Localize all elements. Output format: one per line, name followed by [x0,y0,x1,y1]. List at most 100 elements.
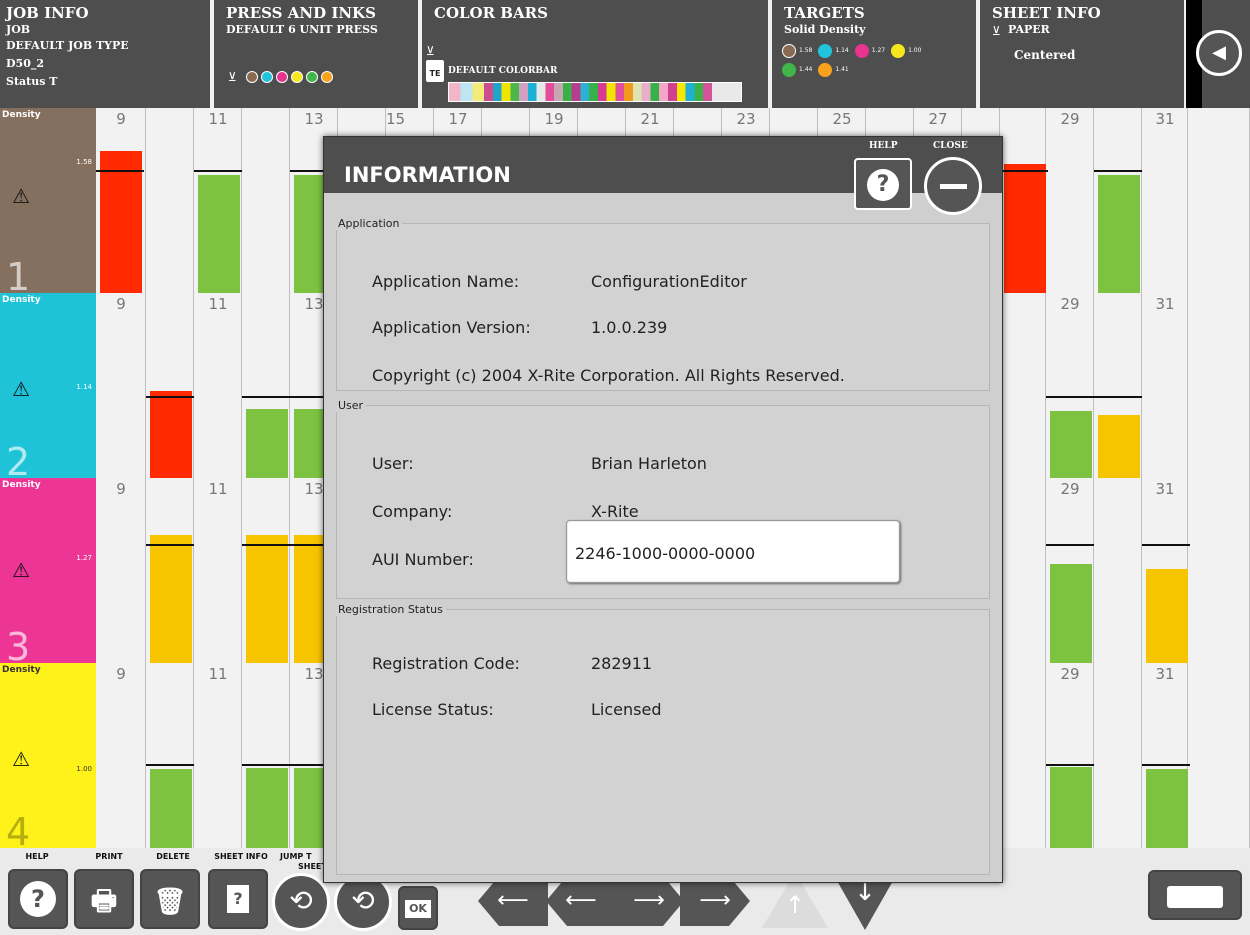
job-illuminant: D50_2 [6,57,45,70]
ink-zone[interactable] [1094,478,1142,663]
ink-zone[interactable] [96,293,146,478]
target-line [242,764,290,766]
press-inks-panel[interactable]: PRESS AND INKS DEFAULT 6 UNIT PRESS ⊻ [214,0,418,108]
zone-number: 31 [1155,480,1175,498]
help-button[interactable]: ? [8,869,68,929]
zone-number: 29 [1060,665,1080,683]
dialog-help-button[interactable]: ? [854,158,912,210]
shift-left-button[interactable]: ⟵ [478,876,548,926]
zone-number: 31 [1155,665,1175,683]
zone-number: 13 [304,110,324,128]
target-line [146,544,194,546]
target-density: 1.00 [76,765,92,773]
ink-density-bar [150,391,192,478]
registration-code-value: 282911 [591,654,653,673]
print-label: PRINT [95,852,123,861]
press-view-button[interactable] [1148,870,1242,920]
ink-zone[interactable] [1000,663,1046,848]
print-button[interactable]: 🖶 [74,869,134,929]
ink-zone[interactable] [96,663,146,848]
targets-panel[interactable]: TARGETS Solid Density 1.58 1.14 1.27 1.00 1… [772,0,976,108]
collapse-arrow-icon[interactable]: ◀ [1196,30,1242,76]
job-label: JOB [6,23,31,36]
registration-code-label: Registration Code: [372,654,520,673]
jump-back-button[interactable]: ⟲ [272,873,330,931]
user-value: Brian Harleton [591,454,707,473]
color-bars-title: COLOR BARS [434,4,548,22]
application-version-label: Application Version: [372,318,531,337]
warning-icon: ⚠ [12,377,30,401]
ink-zone[interactable] [1094,663,1142,848]
application-name-value: ConfigurationEditor [591,272,747,291]
company-label: Company: [372,502,453,521]
shift-right-alt-button[interactable]: ⟶ [680,876,750,926]
ink-dot-2 [260,70,273,83]
ink-zone[interactable] [1188,663,1250,848]
ink-zone[interactable] [1000,478,1046,663]
target-value-4: 1.00 [908,47,922,54]
dialog-close-button[interactable] [924,157,982,215]
color-bars-panel[interactable]: COLOR BARS ⊻ TE DEFAULT COLORBAR [422,0,768,108]
ink-zone[interactable] [242,108,290,293]
zone-number: 17 [448,110,468,128]
sheet-info-title: SHEET INFO [992,4,1101,22]
zone-number: 31 [1155,110,1175,128]
user-legend: User [338,399,364,412]
ink-zone[interactable] [194,663,242,848]
rotate-left-icon: ⟲ [289,884,313,917]
ink-zone[interactable] [96,478,146,663]
header-collapse-panel[interactable]: ◀ [1196,0,1250,108]
ink-zone[interactable] [1188,293,1250,478]
target-line [1046,544,1094,546]
target-value-1: 1.58 [799,47,813,54]
ink-zone[interactable] [1188,108,1250,293]
sheet-info-panel[interactable]: SHEET INFO ⊻ PAPER Centered [980,0,1184,108]
ok-button[interactable]: OK [398,886,438,930]
help-label: HELP [25,852,49,861]
ink-zone[interactable] [194,478,242,663]
ink-density-bar [1050,767,1092,848]
delete-button[interactable]: 🗑 [140,869,200,929]
information-dialog: INFORMATION HELP CLOSE ? Application App… [323,136,1003,883]
document-question-icon: ? [227,885,249,913]
ink-zone[interactable] [1046,108,1094,293]
minus-icon [940,184,967,189]
ink-dot-6 [320,70,333,83]
help-label: HELP [869,141,898,151]
ink-zone[interactable] [1142,108,1188,293]
row-label-3[interactable]: Density 1.27 ⚠ 3 [0,478,96,669]
shift-left-alt-button[interactable]: ⟵ [546,876,616,926]
sheet-info-button[interactable]: ? [208,869,268,929]
ink-zone[interactable] [1000,293,1046,478]
target-dot-1 [782,43,796,58]
aui-number-field[interactable]: 2246-1000-0000-0000 [566,520,900,583]
row-label-1[interactable]: Density 1.58 ⚠ 1 [0,108,96,299]
density-label: Density [2,295,41,305]
registration-legend: Registration Status [338,603,443,616]
press-name: DEFAULT 6 UNIT PRESS [226,23,378,36]
shift-right-button[interactable]: ⟶ [614,876,684,926]
chevron-down-icon: ⊻ [426,44,435,58]
ink-zone[interactable] [1142,293,1188,478]
zone-number: 31 [1155,295,1175,313]
ink-zone[interactable] [146,108,194,293]
targets-subtitle: Solid Density [784,23,866,36]
row-label-2[interactable]: Density 1.14 ⚠ 2 [0,293,96,484]
ink-zone[interactable] [1188,478,1250,663]
zone-number: 29 [1060,110,1080,128]
paper-label: PAPER [1008,23,1050,36]
target-line [146,764,194,766]
zone-number: 25 [832,110,852,128]
arrow-left-icon: ⟵ [497,888,529,913]
application-name-label: Application Name: [372,272,520,291]
arrow-left-icon: ⟵ [565,888,597,913]
row-label-4[interactable]: Density 1.00 ⚠ 4 [0,663,96,854]
target-density: 1.14 [76,383,92,391]
zone-number: 29 [1060,480,1080,498]
job-info-panel[interactable]: JOB INFO JOB DEFAULT JOB TYPE D50_2 Stat… [0,0,210,108]
target-line [1094,170,1142,172]
ink-zone[interactable] [194,293,242,478]
target-value-2: 1.14 [835,47,849,54]
job-type: DEFAULT JOB TYPE [6,39,129,52]
density-label: Density [2,480,41,490]
